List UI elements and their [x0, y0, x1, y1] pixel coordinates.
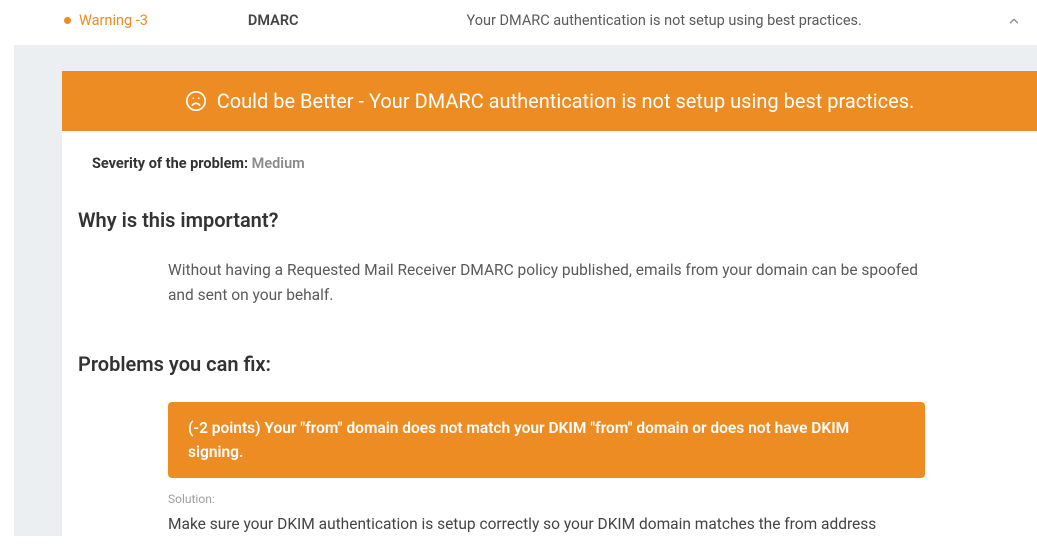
status-label: Warning -3	[79, 12, 148, 29]
content-card: Severity of the problem: Medium Why is t…	[62, 131, 1037, 536]
severity-value: Medium	[252, 155, 305, 172]
why-heading: Why is this important?	[78, 208, 1007, 232]
could-be-better-banner: Could be Better - Your DMARC authenticat…	[62, 71, 1037, 131]
detail-panel: Could be Better - Your DMARC authenticat…	[14, 45, 1037, 536]
problems-heading: Problems you can fix:	[78, 352, 1007, 376]
status-dot-icon	[64, 17, 71, 24]
summary-text: Your DMARC authentication is not setup u…	[467, 12, 1007, 29]
solution-body: Make sure your DKIM authentication is se…	[168, 512, 947, 536]
severity-line: Severity of the problem: Medium	[92, 155, 1007, 172]
category-label: DMARC	[248, 12, 299, 29]
problem-item: (-2 points) Your "from" domain does not …	[168, 402, 925, 478]
banner-text: Could be Better - Your DMARC authenticat…	[217, 89, 915, 113]
accordion-header[interactable]: Warning -3 DMARC Your DMARC authenticati…	[0, 0, 1037, 45]
why-body: Without having a Requested Mail Receiver…	[168, 258, 947, 308]
severity-label: Severity of the problem:	[92, 155, 252, 172]
chevron-up-icon[interactable]	[1007, 14, 1021, 28]
solution-label: Solution:	[168, 492, 1007, 506]
frown-icon	[185, 90, 207, 112]
